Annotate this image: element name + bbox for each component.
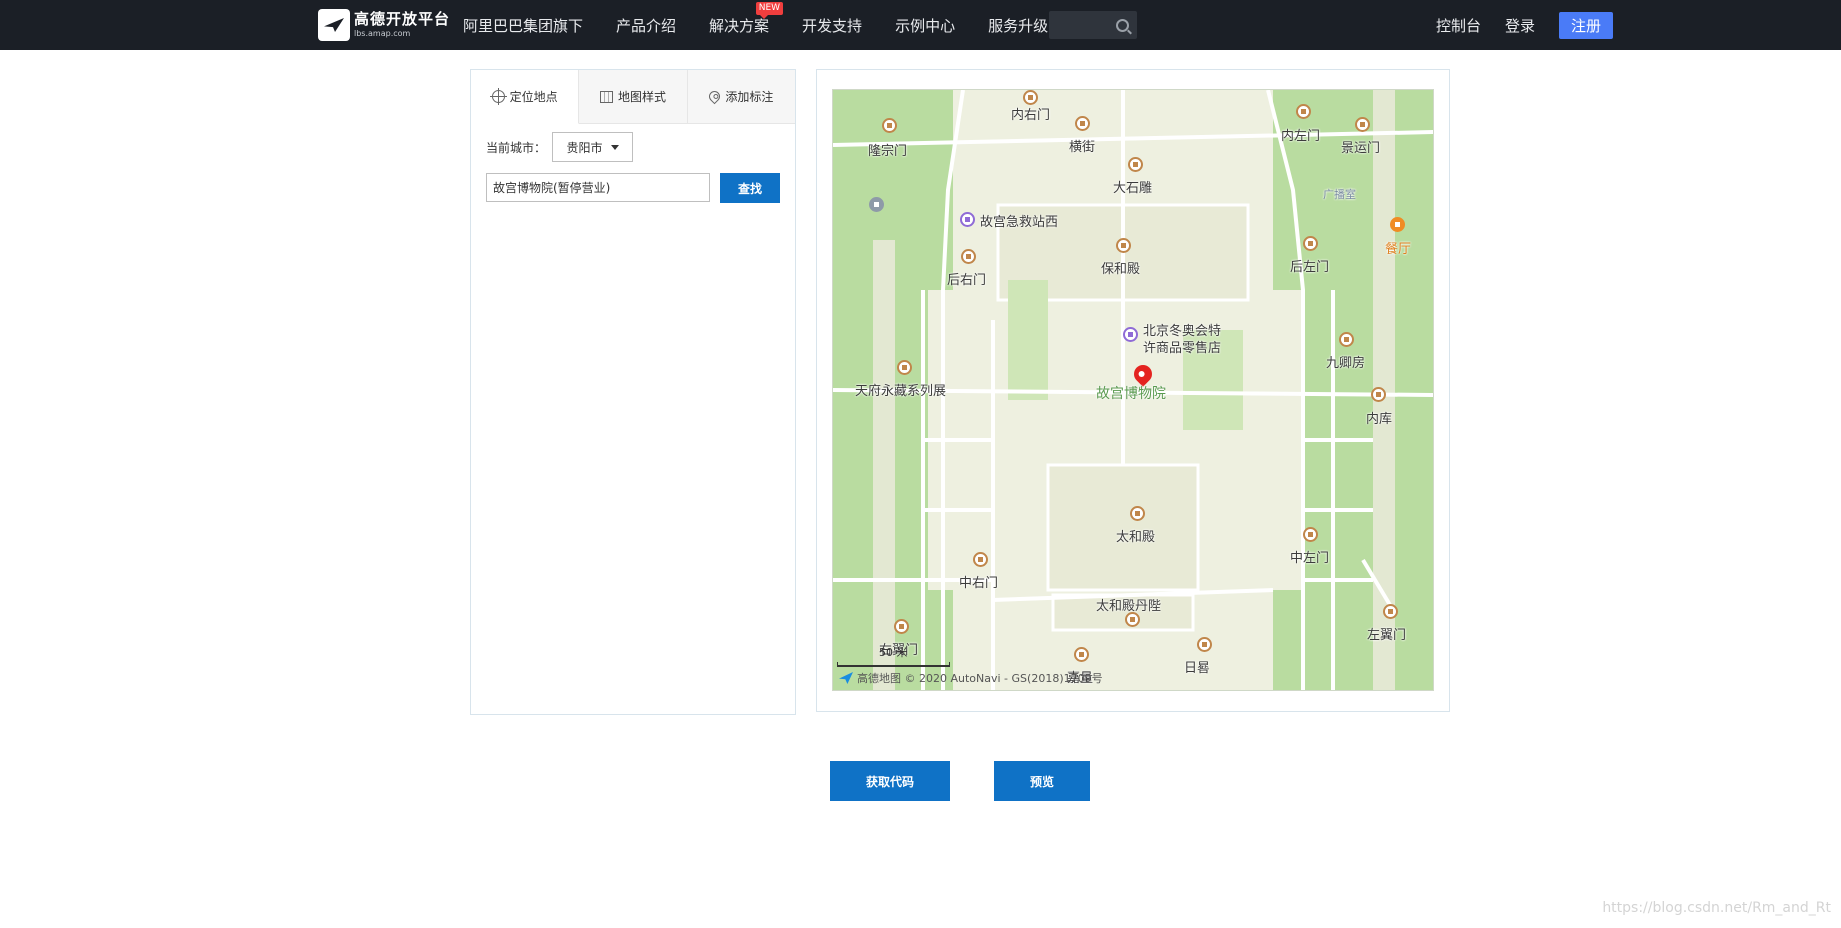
nav-item-alibaba[interactable]: 阿里巴巴集团旗下	[463, 15, 583, 36]
city-select[interactable]: 贵阳市	[552, 132, 634, 162]
search-icon[interactable]	[1116, 18, 1129, 32]
map-icon	[599, 90, 613, 103]
action-buttons: 获取代码 预览	[830, 761, 1090, 801]
amap-logo-icon	[318, 9, 350, 41]
map-scale-label: 50 米	[879, 646, 908, 659]
poi-label-hengjie: 横街	[1069, 140, 1096, 155]
palace-poi-icon[interactable]	[1383, 604, 1398, 619]
top-search-box[interactable]	[1049, 11, 1137, 39]
get-code-button[interactable]: 获取代码	[830, 761, 950, 801]
city-label: 当前城市：	[486, 140, 547, 155]
nav-item-solutions[interactable]: 解决方案 NEW	[709, 1, 784, 36]
find-button[interactable]: 查找	[720, 173, 780, 203]
tab-add-marker-label: 添加标注	[725, 90, 774, 104]
locate-icon	[489, 88, 507, 105]
nav-item-examples[interactable]: 示例中心	[895, 15, 955, 36]
poi-label-houyoumen: 后右门	[947, 273, 987, 288]
amap-logo[interactable]: 高德开放平台 lbs.amap.com	[318, 9, 450, 41]
palace-poi-icon[interactable]	[1371, 387, 1386, 402]
palace-poi-icon[interactable]	[1339, 332, 1354, 347]
pin-icon	[707, 88, 723, 105]
map-canvas[interactable]: 内右门 横街 内左门 景运门 隆宗门 大石雕 广播室 故宫急救站西 餐厅 保和殿…	[832, 89, 1434, 691]
tab-locate[interactable]: 定位地点	[471, 70, 580, 124]
palace-poi-icon[interactable]	[1125, 612, 1140, 627]
new-badge: NEW	[755, 1, 784, 19]
poi-label-zhongyoumen: 中右门	[959, 576, 999, 591]
tab-map-style[interactable]: 地图样式	[579, 70, 688, 123]
main-nav: 阿里巴巴集团旗下 产品介绍 解决方案 NEW 开发支持 示例中心 服务升级	[463, 0, 1081, 50]
config-panel: 定位地点 地图样式 添加标注 当前城市： 贵阳市 查找	[470, 69, 796, 715]
register-button[interactable]: 注册	[1559, 11, 1614, 39]
shop-poi-icon[interactable]	[1123, 327, 1138, 342]
top-nav-bar: 高德开放平台 lbs.amap.com 阿里巴巴集团旗下 产品介绍 解决方案 N…	[0, 0, 1841, 50]
top-search-input[interactable]	[1055, 15, 1111, 35]
nav-item-products[interactable]: 产品介绍	[616, 15, 676, 36]
map-scale-bar	[837, 662, 950, 667]
console-link[interactable]: 控制台	[1436, 15, 1481, 36]
palace-poi-icon[interactable]	[1116, 238, 1131, 253]
first-aid-poi-icon[interactable]	[960, 212, 975, 227]
poi-label-longzongmen: 隆宗门	[868, 144, 908, 159]
poi-label-dashidiao: 大石雕	[1113, 181, 1153, 196]
chevron-down-icon	[610, 144, 619, 150]
amap-attribution-icon	[839, 672, 853, 684]
poi-label-neiku: 内库	[1366, 412, 1393, 427]
poi-label-broadcast-room: 广播室	[1323, 188, 1356, 201]
poi-label-restaurant: 餐厅	[1385, 242, 1412, 257]
tab-locate-label: 定位地点	[509, 90, 558, 104]
city-row: 当前城市： 贵阳市	[486, 132, 634, 162]
poi-label-first-aid-west: 故宫急救站西	[980, 215, 1059, 230]
logo-domain: lbs.amap.com	[354, 29, 411, 38]
poi-label-baohedian: 保和殿	[1101, 262, 1141, 277]
restroom-icon[interactable]	[869, 197, 884, 212]
poi-label-taihedian-danbi: 太和殿丹陛	[1096, 599, 1162, 614]
blog-watermark: https://blog.csdn.net/Rm_and_Rt	[1602, 900, 1831, 916]
tab-map-style-label: 地图样式	[617, 90, 666, 104]
poi-label-neiyoumen: 内右门	[1011, 108, 1051, 123]
config-tabs: 定位地点 地图样式 添加标注	[471, 70, 795, 124]
poi-label-jingyunmen: 景运门	[1341, 141, 1381, 156]
palace-poi-icon[interactable]	[897, 360, 912, 375]
poi-label-houzuomen: 后左门	[1290, 260, 1330, 275]
palace-poi-icon[interactable]	[1355, 117, 1370, 132]
palace-poi-icon[interactable]	[1197, 637, 1212, 652]
palace-poi-icon[interactable]	[1296, 104, 1311, 119]
poi-label-tianfu-exhibit: 天府永藏系列展	[855, 384, 947, 399]
logo-title: 高德开放平台	[354, 10, 451, 28]
palace-poi-icon[interactable]	[1130, 506, 1145, 521]
restaurant-icon[interactable]	[1390, 217, 1405, 232]
poi-label-palace-museum: 故宫博物院	[1096, 386, 1166, 402]
poi-label-jiuqingfang: 九卿房	[1326, 356, 1366, 371]
nav-item-solutions-label: 解决方案	[709, 16, 770, 35]
poi-label-rigui: 日晷	[1184, 661, 1211, 676]
palace-poi-icon[interactable]	[1128, 157, 1143, 172]
account-nav: 控制台 登录 注册	[1436, 0, 1614, 50]
nav-item-dev-support[interactable]: 开发支持	[802, 15, 862, 36]
palace-poi-icon[interactable]	[1023, 90, 1038, 105]
poi-label-zuoyimen: 左翼门	[1367, 628, 1407, 643]
palace-poi-icon[interactable]	[1075, 116, 1090, 131]
nav-item-service-upgrade[interactable]: 服务升级	[988, 15, 1048, 36]
poi-label-neizuomen: 内左门	[1281, 129, 1321, 144]
palace-poi-icon[interactable]	[1303, 236, 1318, 251]
map-attribution: 高德地图 © 2020 AutoNavi - GS(2018)1709号	[839, 670, 1103, 686]
city-select-value: 贵阳市	[566, 140, 603, 155]
login-link[interactable]: 登录	[1505, 15, 1535, 36]
map-attribution-text: 高德地图 © 2020 AutoNavi - GS(2018)1709号	[857, 672, 1103, 685]
poi-label-taihedian: 太和殿	[1116, 530, 1156, 545]
palace-poi-icon[interactable]	[973, 552, 988, 567]
poi-search-input[interactable]	[486, 173, 710, 202]
palace-poi-icon[interactable]	[882, 118, 897, 133]
tab-add-marker[interactable]: 添加标注	[687, 70, 795, 123]
palace-poi-icon[interactable]	[961, 249, 976, 264]
map-preview-panel: 内右门 横街 内左门 景运门 隆宗门 大石雕 广播室 故宫急救站西 餐厅 保和殿…	[816, 69, 1450, 712]
palace-poi-icon[interactable]	[1303, 527, 1318, 542]
poi-label-zhongzuomen: 中左门	[1290, 551, 1330, 566]
palace-poi-icon[interactable]	[894, 619, 909, 634]
preview-button[interactable]: 预览	[994, 761, 1090, 801]
poi-search-row: 查找	[486, 173, 780, 203]
poi-label-olympic-shop-2: 许商品零售店	[1143, 341, 1222, 356]
palace-poi-icon[interactable]	[1074, 647, 1089, 662]
